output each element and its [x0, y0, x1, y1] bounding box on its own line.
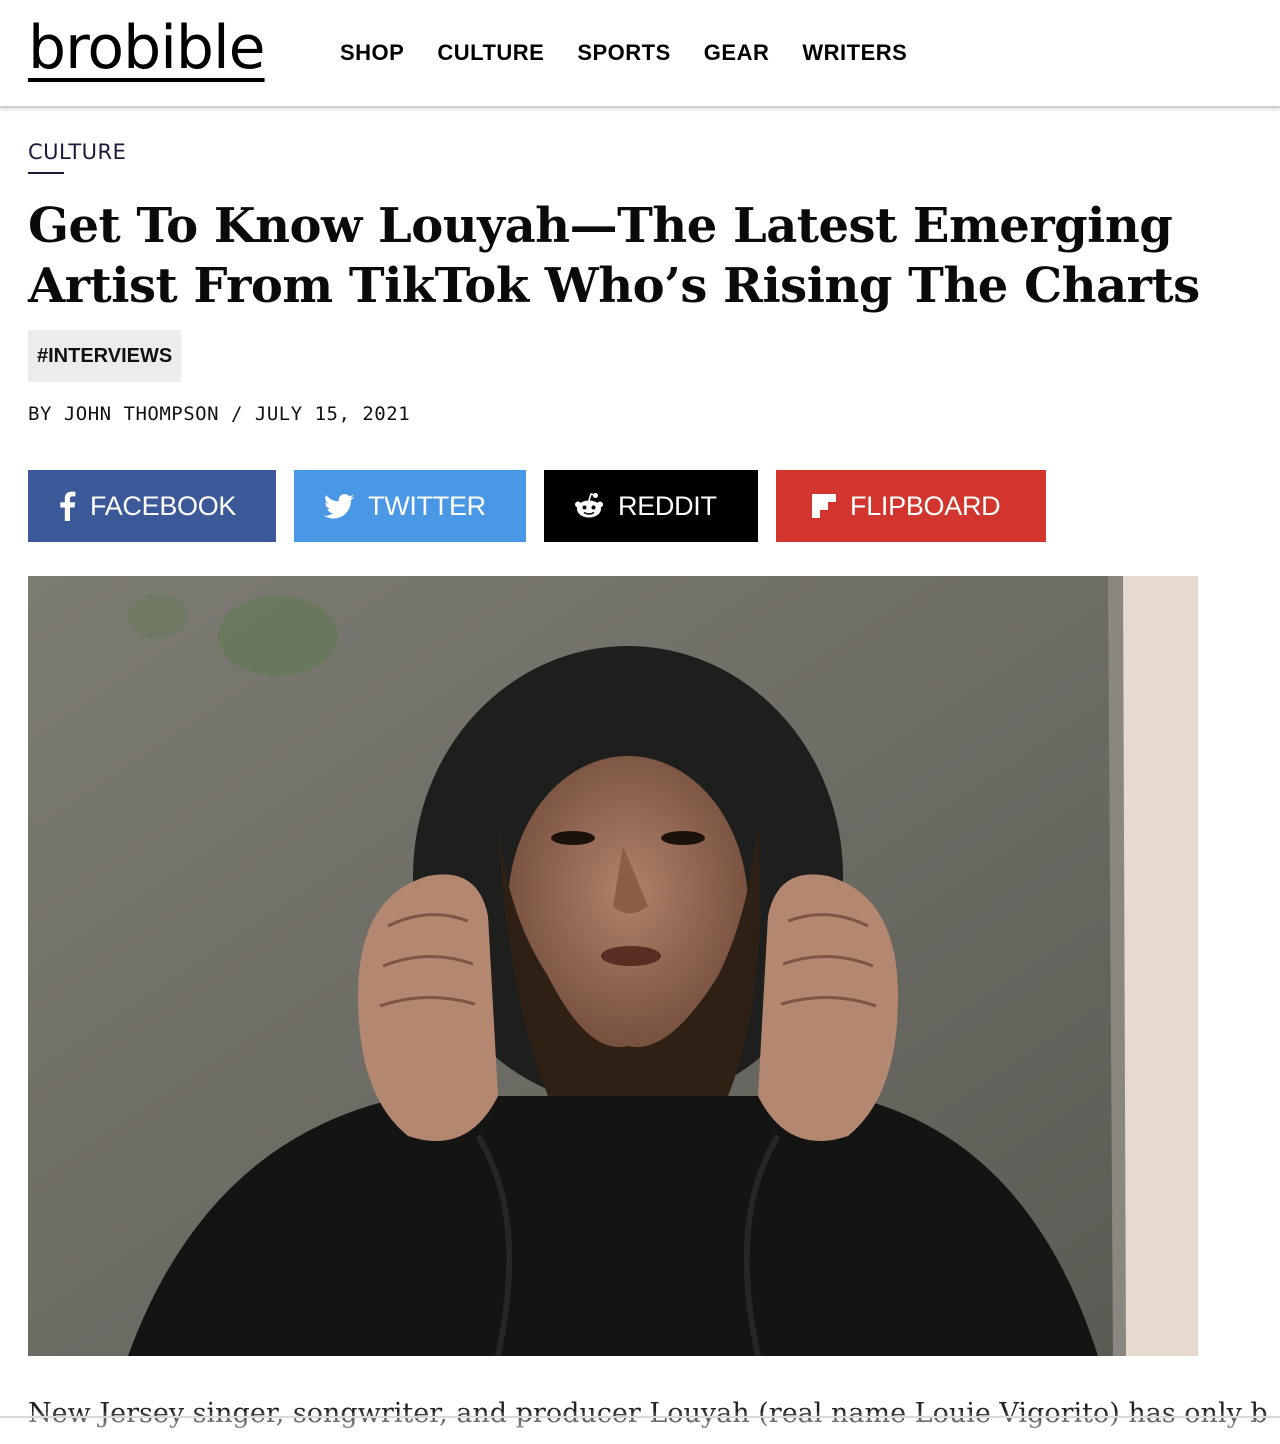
nav-sports[interactable]: SPORTS — [577, 40, 670, 66]
facebook-label: FACEBOOK — [90, 490, 237, 521]
flipboard-icon — [812, 494, 836, 518]
share-reddit-button[interactable]: REDDIT — [544, 470, 758, 542]
reddit-icon — [574, 492, 604, 520]
byline-separator: / — [231, 403, 243, 425]
share-twitter-button[interactable]: TWITTER — [294, 470, 526, 542]
twitter-label: TWITTER — [368, 490, 486, 521]
tag-interviews[interactable]: #INTERVIEWS — [28, 330, 182, 382]
brobible-logo[interactable]: brobible — [28, 12, 266, 84]
twitter-icon — [324, 493, 354, 519]
category-underline — [28, 172, 64, 174]
site-header: brobible SHOP CULTURE SPORTS GEAR WRITER… — [0, 0, 1280, 108]
article-title: Get To Know Louyah—The Latest Emerging A… — [28, 198, 1200, 314]
share-flipboard-button[interactable]: FLIPBOARD — [776, 470, 1046, 542]
facebook-icon — [58, 491, 76, 521]
nav-writers[interactable]: WRITERS — [802, 40, 907, 66]
share-facebook-button[interactable]: FACEBOOK — [28, 470, 276, 542]
byline-prefix: BY — [28, 403, 52, 425]
author-link[interactable]: JOHN THOMPSON — [64, 403, 219, 425]
main-nav: SHOP CULTURE SPORTS GEAR WRITERS — [340, 40, 907, 66]
category-link[interactable]: CULTURE — [28, 140, 126, 164]
byline: BY JOHN THOMPSON / JULY 15, 2021 — [28, 403, 410, 425]
bottom-fade-overlay — [0, 1412, 1280, 1444]
nav-culture[interactable]: CULTURE — [437, 40, 544, 66]
publish-date: JULY 15, 2021 — [254, 403, 411, 425]
flipboard-label: FLIPBOARD — [850, 490, 1001, 521]
nav-shop[interactable]: SHOP — [340, 40, 404, 66]
hero-image — [28, 576, 1198, 1356]
reddit-label: REDDIT — [618, 490, 717, 521]
logo-text: brobible — [28, 13, 266, 83]
nav-gear[interactable]: GEAR — [704, 40, 770, 66]
